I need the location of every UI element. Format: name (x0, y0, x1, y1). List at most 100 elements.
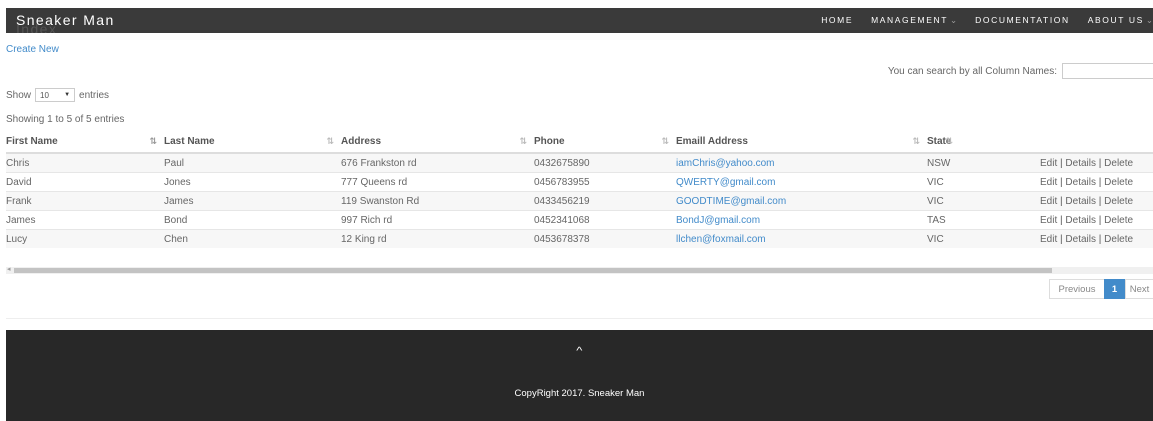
action-separator: | (1098, 176, 1102, 188)
next-page-button[interactable]: Next (1125, 279, 1153, 299)
column-header-label: First Name (6, 135, 58, 147)
delete-link[interactable]: Delete (1104, 177, 1133, 188)
search-input[interactable] (1062, 63, 1153, 79)
delete-link[interactable]: Delete (1104, 196, 1133, 207)
cell-first-name: James (6, 210, 164, 230)
column-header-label: Address (341, 135, 382, 147)
cell-address: 12 King rd (341, 229, 534, 248)
column-header-label: Phone (534, 135, 565, 147)
cell-phone: 0432675890 (534, 152, 676, 173)
nav-item-about-us[interactable]: ABOUT US ⌄ (1088, 15, 1153, 26)
cell-first-name: Lucy (6, 229, 164, 248)
details-link[interactable]: Details (1065, 177, 1096, 188)
column-header-first-name[interactable]: First Name ⇅ (6, 130, 164, 154)
column-header-actions (1040, 130, 1153, 154)
create-new-link[interactable]: Create New (6, 44, 59, 55)
cell-actions: Edit | Details | Delete (1040, 152, 1153, 173)
cell-last-name: James (164, 191, 341, 211)
search-label: You can search by all Column Names: (887, 65, 1057, 77)
cell-address: 777 Queens rd (341, 172, 534, 192)
column-header-phone[interactable]: Phone ⇅ (534, 130, 676, 154)
cell-phone: 0456783955 (534, 172, 676, 192)
sort-icon: ⇅ (326, 136, 333, 146)
sort-asc-icon: ⇅ (149, 136, 156, 146)
delete-link[interactable]: Delete (1104, 215, 1133, 226)
edit-link[interactable]: Edit (1040, 177, 1057, 188)
cell-email: iamChris@yahoo.com (676, 152, 927, 173)
details-link[interactable]: Details (1065, 215, 1096, 226)
cell-first-name: Frank (6, 191, 164, 211)
scroll-left-arrow-icon[interactable]: ◂ (7, 265, 11, 273)
cell-email: QWERTY@gmail.com (676, 172, 927, 192)
email-link[interactable]: BondJ@gmail.com (676, 215, 760, 226)
length-prefix: Show (6, 89, 32, 101)
divider (6, 318, 1153, 319)
edit-link[interactable]: Edit (1040, 196, 1057, 207)
cell-actions: Edit | Details | Delete (1040, 229, 1153, 248)
email-link[interactable]: GOODTIME@gmail.com (676, 196, 786, 207)
cell-email: llchen@foxmail.com (676, 229, 927, 248)
action-separator: | (1098, 233, 1102, 245)
delete-link[interactable]: Delete (1104, 234, 1133, 245)
table-info: Showing 1 to 5 of 5 entries (6, 114, 125, 125)
nav-item-label: ABOUT US (1087, 15, 1144, 25)
table-row: Chris Paul 676 Frankston rd 0432675890 i… (6, 152, 1153, 173)
action-separator: | (1060, 157, 1063, 169)
cell-address: 119 Swanston Rd (341, 191, 534, 211)
cell-state: VIC (927, 229, 1040, 248)
cell-actions: Edit | Details | Delete (1040, 172, 1153, 192)
email-link[interactable]: llchen@foxmail.com (676, 234, 766, 245)
cell-actions: Edit | Details | Delete (1040, 191, 1153, 211)
sort-icon: ⇅ (519, 136, 526, 146)
column-header-address[interactable]: Address ⇅ (341, 130, 534, 154)
action-separator: | (1060, 233, 1063, 245)
column-header-email[interactable]: Emaill Address ⇅ (676, 130, 927, 154)
chevron-down-icon: ⌄ (950, 15, 958, 25)
nav-item-documentation[interactable]: DOCUMENTATION (975, 15, 1070, 26)
cell-email: BondJ@gmail.com (676, 210, 927, 230)
cell-first-name: Chris (6, 152, 164, 173)
copyright-text: CopyRight 2017. Sneaker Man (514, 388, 645, 399)
cell-actions: Edit | Details | Delete (1040, 210, 1153, 230)
cell-state: TAS (927, 210, 1040, 230)
entries-select-value: 10 (40, 90, 49, 100)
nav-item-home[interactable]: HOME (821, 15, 853, 26)
pagination: Previous 1 Next (1049, 279, 1153, 299)
nav-item-label: HOME (821, 15, 854, 25)
action-separator: | (1060, 195, 1063, 207)
sort-icon: ⇅ (661, 136, 668, 146)
email-link[interactable]: iamChris@yahoo.com (676, 158, 775, 169)
brand-logo[interactable]: Sneaker Man (16, 12, 115, 28)
details-link[interactable]: Details (1065, 234, 1096, 245)
delete-link[interactable]: Delete (1104, 158, 1133, 169)
column-header-last-name[interactable]: Last Name ⇅ (164, 130, 341, 154)
column-header-label: Last Name (164, 135, 215, 147)
horizontal-scrollbar[interactable]: ◂ (6, 265, 1153, 274)
nav-item-management[interactable]: MANAGEMENT ⌄ (871, 15, 957, 26)
page-button-current[interactable]: 1 (1104, 279, 1125, 299)
cell-last-name: Bond (164, 210, 341, 230)
edit-link[interactable]: Edit (1040, 234, 1057, 245)
action-separator: | (1098, 214, 1102, 226)
search-area: You can search by all Column Names: (888, 63, 1153, 79)
cell-last-name: Jones (164, 172, 341, 192)
table-row: Frank James 119 Swanston Rd 0433456219 G… (6, 191, 1153, 211)
edit-link[interactable]: Edit (1040, 215, 1057, 226)
cell-email: GOODTIME@gmail.com (676, 191, 927, 211)
email-link[interactable]: QWERTY@gmail.com (676, 177, 775, 188)
triangle-down-icon: ▼ (64, 92, 71, 98)
scrollbar-thumb[interactable] (14, 268, 1052, 273)
action-separator: | (1098, 195, 1102, 207)
table-row: James Bond 997 Rich rd 0452341068 BondJ@… (6, 210, 1153, 230)
details-link[interactable]: Details (1065, 196, 1096, 207)
footer: ^ CopyRight 2017. Sneaker Man (6, 330, 1153, 421)
cell-state: NSW (927, 152, 1040, 173)
details-link[interactable]: Details (1065, 158, 1096, 169)
previous-page-button[interactable]: Previous (1049, 279, 1104, 299)
entries-select[interactable]: 10 ▼ (35, 88, 76, 102)
back-to-top-button[interactable]: ^ (6, 346, 1153, 357)
nav-item-label: DOCUMENTATION (975, 15, 1070, 25)
edit-link[interactable]: Edit (1040, 158, 1057, 169)
column-header-state[interactable]: State ⇅ (927, 130, 1040, 154)
nav-menu: HOME MANAGEMENT ⌄ DOCUMENTATION ABOUT US ⌄ (803, 15, 1153, 26)
